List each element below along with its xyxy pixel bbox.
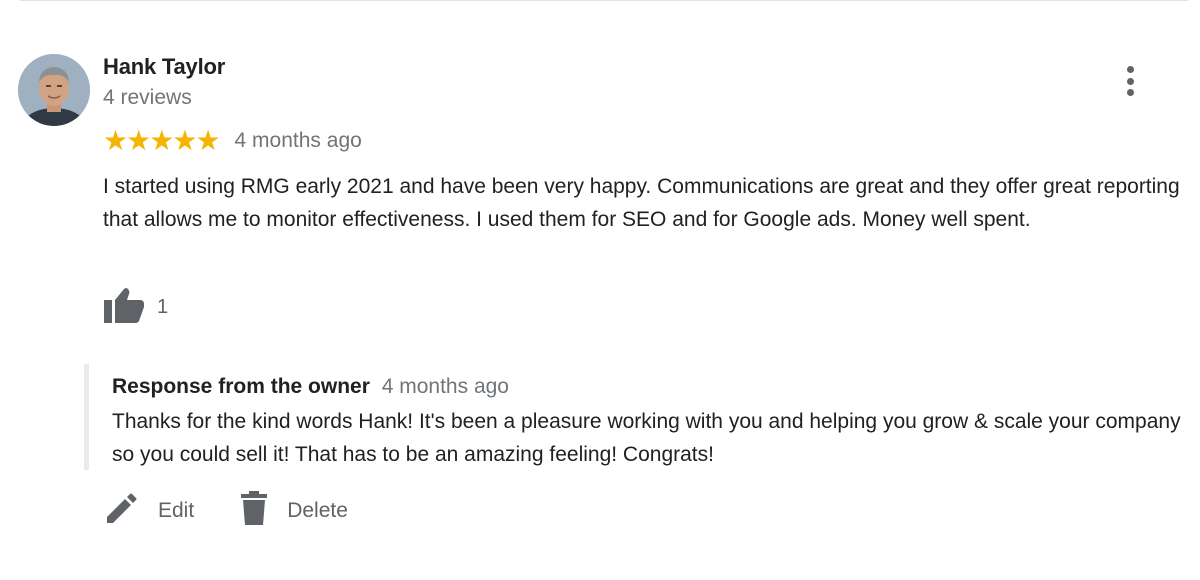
more-options-button[interactable] xyxy=(1115,62,1145,100)
delete-button[interactable]: Delete xyxy=(239,490,348,531)
response-divider xyxy=(84,364,89,470)
trash-icon xyxy=(239,490,269,531)
star-icon: ★ xyxy=(195,125,221,156)
edit-button[interactable]: Edit xyxy=(104,490,194,531)
thumbs-up-icon xyxy=(103,286,145,329)
like-button[interactable]: 1 xyxy=(103,286,168,329)
edit-label: Edit xyxy=(158,498,195,522)
delete-label: Delete xyxy=(287,498,348,522)
like-count: 1 xyxy=(157,296,169,318)
owner-response-text: Thanks for the kind words Hank! It's bee… xyxy=(112,410,1181,466)
rating-row: ★ ★ ★ ★ ★ 4 months ago xyxy=(103,125,362,157)
owner-response-header: Response from the owner 4 months ago xyxy=(112,375,509,399)
pencil-icon xyxy=(104,490,140,531)
more-vert-icon xyxy=(1126,66,1134,73)
top-divider xyxy=(20,0,1188,1)
response-actions: Edit Delete xyxy=(104,490,393,531)
reviewer-name[interactable]: Hank Taylor xyxy=(103,54,225,80)
star-icon: ★ xyxy=(126,125,152,156)
star-icon: ★ xyxy=(172,125,198,156)
star-icon: ★ xyxy=(103,125,129,156)
review-time: 4 months ago xyxy=(234,129,362,152)
review-text: I started using RMG early 2021 and have … xyxy=(103,175,1180,231)
star-rating: ★ ★ ★ ★ ★ xyxy=(103,125,221,156)
review-card: Hank Taylor 4 reviews ★ ★ ★ ★ ★ 4 months… xyxy=(0,0,1200,580)
avatar[interactable] xyxy=(18,54,90,126)
owner-response-time: 4 months ago xyxy=(381,375,509,398)
review-count: 4 reviews xyxy=(103,86,192,109)
star-icon: ★ xyxy=(149,125,175,156)
owner-response-title: Response from the owner xyxy=(112,375,370,398)
